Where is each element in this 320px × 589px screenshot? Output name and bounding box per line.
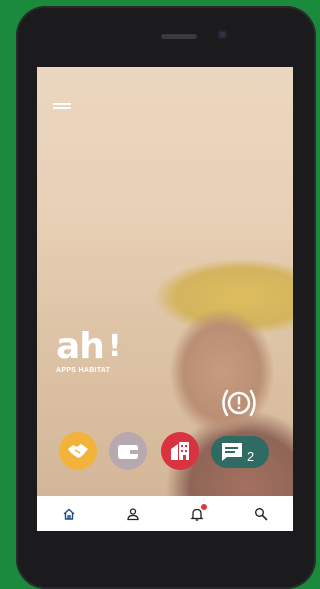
logo-tagline: APPS HABITAT — [56, 367, 111, 374]
chat-button[interactable]: 2 — [211, 436, 269, 468]
wallet-button[interactable] — [109, 432, 147, 470]
handshake-icon — [68, 444, 88, 458]
nav-profile[interactable] — [101, 496, 165, 531]
phone-camera — [218, 30, 227, 39]
bottom-navigation — [37, 496, 293, 531]
app-logo: ah! APPS HABITAT — [56, 329, 146, 389]
wallet-icon — [118, 445, 138, 459]
handshake-button[interactable] — [59, 432, 97, 470]
chat-icon — [222, 443, 242, 461]
nav-notifications[interactable] — [165, 496, 229, 531]
menu-icon[interactable] — [53, 103, 71, 111]
nav-home[interactable] — [37, 496, 101, 531]
chat-count-badge: 2 — [247, 448, 255, 464]
search-icon — [255, 507, 268, 520]
profile-icon — [127, 507, 139, 520]
nav-search[interactable] — [229, 496, 293, 531]
app-screen: ah! APPS HABITAT 2 — [37, 67, 293, 531]
logo-mark: ah! — [56, 326, 122, 367]
phone-speaker — [161, 34, 197, 39]
building-icon — [171, 442, 189, 460]
alert-icon[interactable] — [218, 388, 260, 418]
notification-badge — [201, 504, 207, 510]
home-icon — [63, 508, 75, 520]
building-button[interactable] — [161, 432, 199, 470]
